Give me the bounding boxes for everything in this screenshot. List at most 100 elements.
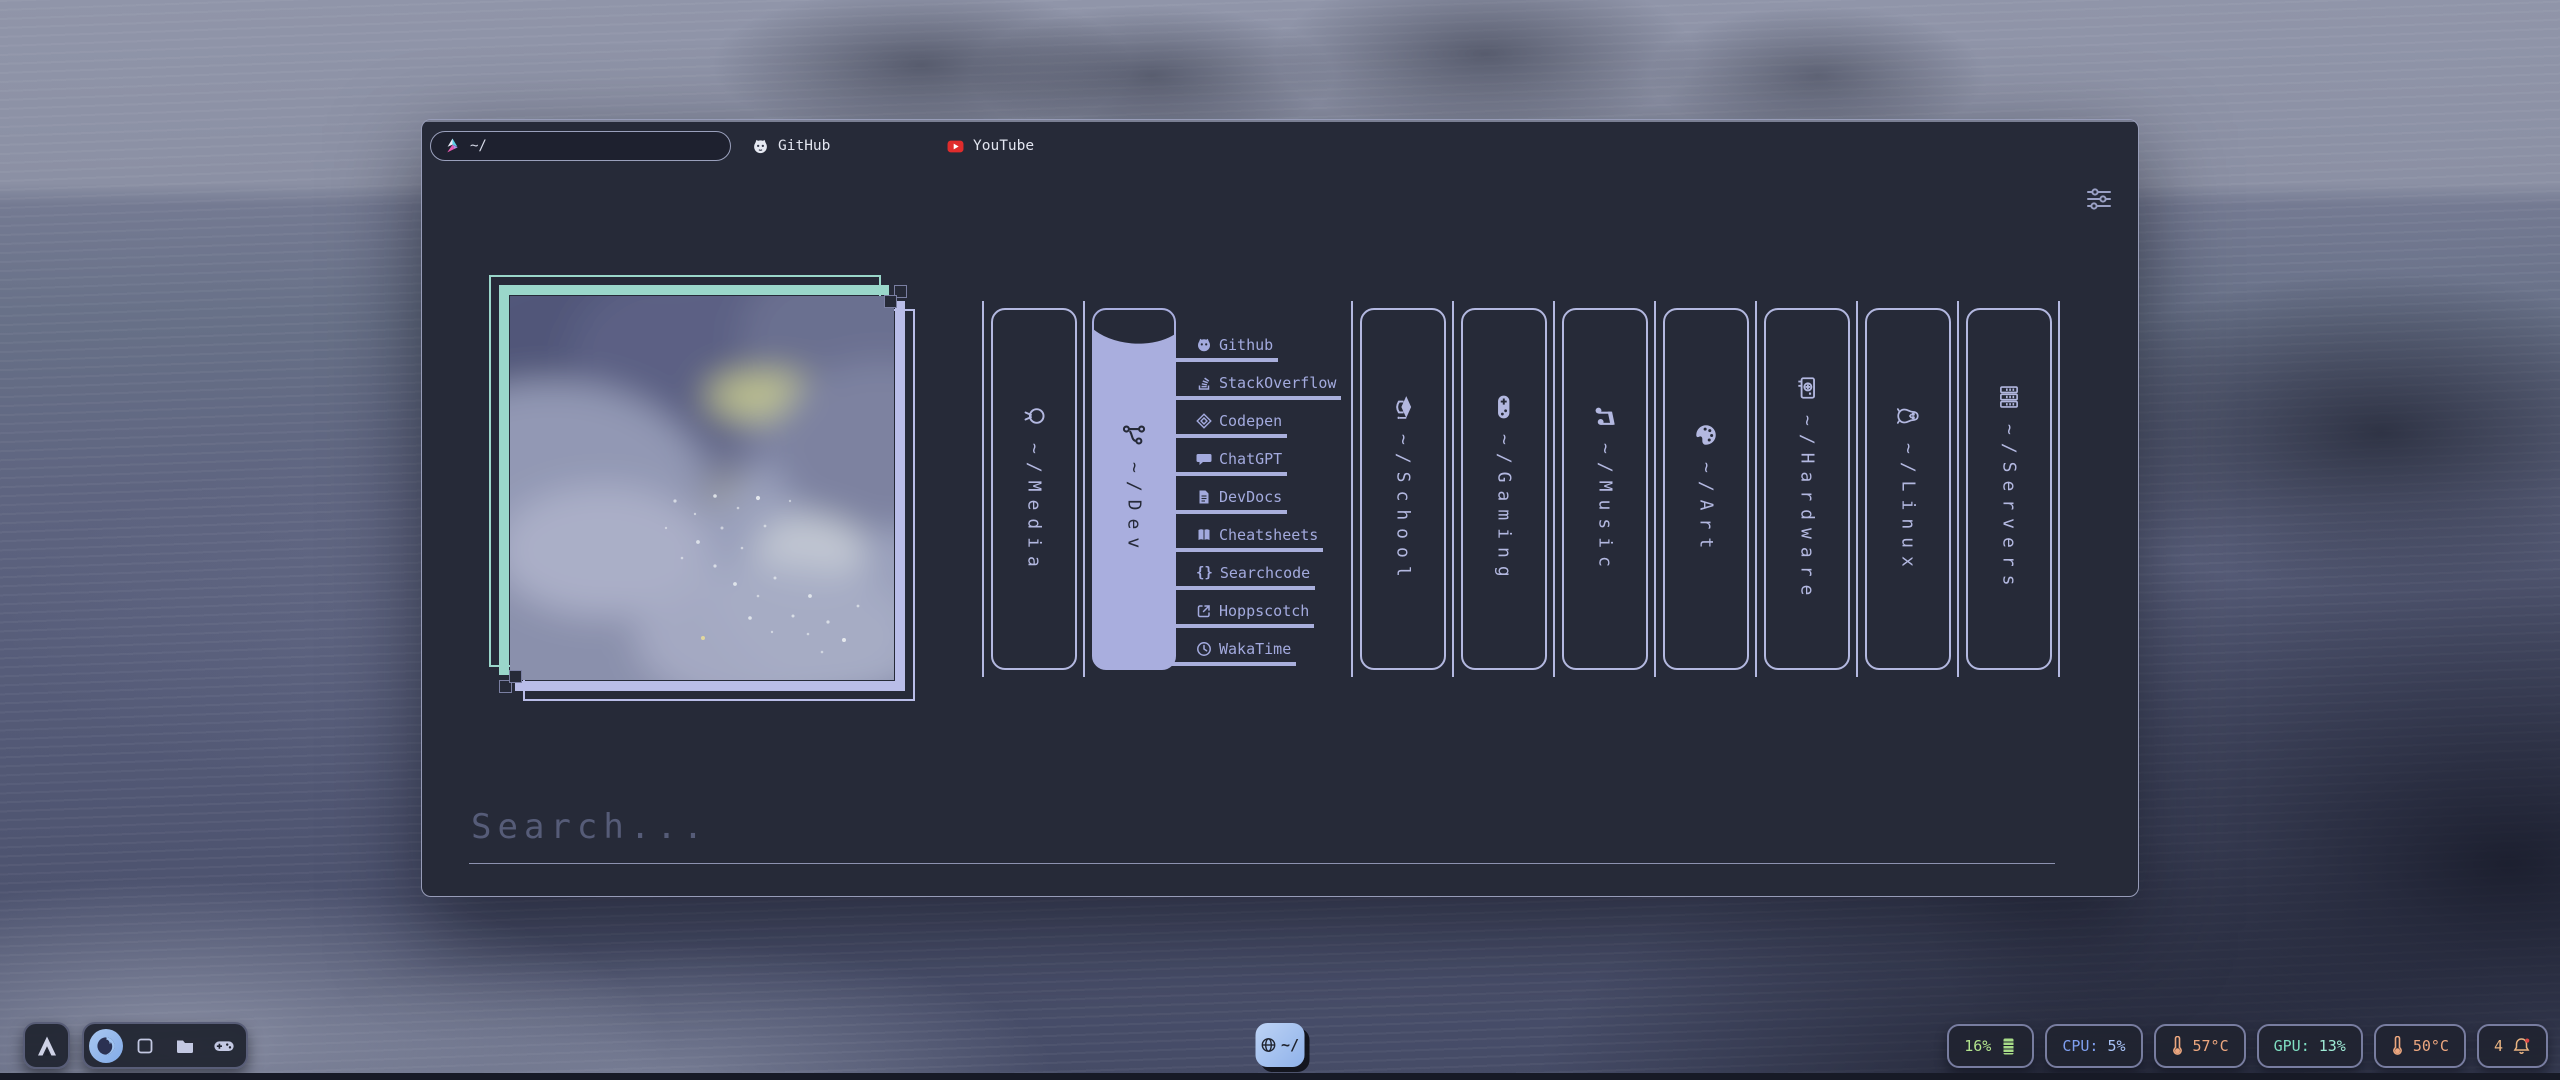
book-school[interactable]: ~/School: [1360, 308, 1446, 670]
status-widgets: 16% CPU: 5% 57°C GPU: 13% 50°C 4: [1947, 1024, 2548, 1068]
braces-icon: {}: [1196, 565, 1213, 581]
bell-icon: [2512, 1037, 2531, 1056]
stack-icon: [1196, 375, 1212, 391]
book-hardware[interactable]: ~/Hardware: [1764, 308, 1850, 670]
book-art[interactable]: ~/Art: [1663, 308, 1749, 670]
shelf-divider: [1553, 301, 1555, 677]
thermometer-icon: [2391, 1036, 2404, 1056]
screen-bottom-strip: [0, 1073, 2560, 1080]
book-dev-open[interactable]: ~/Dev: [1092, 308, 1176, 670]
dev-link-wakatime[interactable]: WakaTime: [1182, 638, 1296, 666]
dev-link-hoppscotch[interactable]: Hoppscotch: [1182, 600, 1314, 628]
app-files[interactable]: [168, 1029, 202, 1063]
gpu-widget[interactable]: GPU: 13%: [2257, 1024, 2363, 1068]
dev-link-codepen[interactable]: Codepen: [1182, 410, 1287, 438]
shelf-divider: [1755, 301, 1757, 677]
browser-logo-icon: [444, 138, 461, 155]
window-icon: [136, 1037, 154, 1055]
hero-artwork-frame: [510, 296, 894, 680]
book-linux[interactable]: ~/Linux: [1865, 308, 1951, 670]
shelf-divider: [1856, 301, 1858, 677]
frame-corner-handle: [884, 295, 897, 308]
memory-widget[interactable]: 16%: [1947, 1024, 2034, 1068]
shelf-divider: [1654, 301, 1656, 677]
link-underline: [1170, 548, 1323, 552]
dev-link-stackoverflow[interactable]: StackOverflow: [1182, 372, 1341, 400]
cpu-temp-widget[interactable]: 57°C: [2154, 1024, 2246, 1068]
book-gaming[interactable]: ~/Gaming: [1461, 308, 1547, 670]
url-bar[interactable]: ~/: [430, 131, 731, 161]
shelf-divider: [1083, 301, 1085, 677]
thermometer-icon: [2171, 1036, 2184, 1056]
send-box-icon: [1196, 603, 1212, 619]
book-label: ~/Media: [1024, 443, 1045, 575]
book-label: ~/Gaming: [1494, 434, 1515, 585]
server-rack-icon: [1996, 384, 2022, 410]
browser-window: ~/ GitHub YouTube: [421, 119, 2139, 897]
dev-links-list: Github StackOverflow: [1182, 308, 1351, 670]
shelf-divider: [1351, 301, 1353, 677]
gpu-card-icon: [1794, 375, 1820, 401]
tab-github[interactable]: GitHub: [752, 120, 830, 172]
app-firefox[interactable]: [89, 1029, 123, 1063]
dev-link-chatgpt[interactable]: ChatGPT: [1182, 448, 1287, 476]
palette-icon: [1693, 422, 1719, 448]
youtube-icon: [947, 138, 964, 155]
link-underline: [1170, 434, 1287, 438]
link-underline: [1170, 624, 1314, 628]
cpu-widget[interactable]: CPU: 5%: [2045, 1024, 2142, 1068]
link-underline: [1170, 662, 1296, 666]
github-icon: [1196, 337, 1212, 353]
shelf-divider: [2058, 301, 2060, 677]
app-terminal[interactable]: [128, 1029, 162, 1063]
app-games[interactable]: [207, 1029, 241, 1063]
bookshelf: ~/Media ~/Dev: [982, 308, 2060, 670]
book-label: ~/Hardware: [1797, 415, 1818, 603]
apps-panel: [82, 1022, 248, 1069]
book-label: ~/Linux: [1898, 443, 1919, 575]
book-servers[interactable]: ~/Servers: [1966, 308, 2052, 670]
dev-link-github[interactable]: Github: [1182, 334, 1278, 362]
dev-link-cheatsheets[interactable]: Cheatsheets: [1182, 524, 1323, 552]
book-label: ~/Dev: [1124, 462, 1145, 556]
folder-icon: [175, 1036, 195, 1056]
book-media[interactable]: ~/Media: [991, 308, 1077, 670]
link-underline: [1170, 396, 1341, 400]
link-underline: [1170, 586, 1315, 590]
music-note-icon: [1592, 403, 1618, 429]
notifications-widget[interactable]: 4: [2477, 1024, 2548, 1068]
gpu-temp-widget[interactable]: 50°C: [2374, 1024, 2466, 1068]
book-label: ~/Servers: [1999, 424, 2020, 594]
sliders-icon: [2086, 188, 2112, 210]
workspace-label: ~/: [1281, 1036, 1299, 1054]
dev-link-searchcode[interactable]: {} Searchcode: [1182, 562, 1315, 590]
tab-youtube[interactable]: YouTube: [947, 120, 1034, 172]
cloud-painting: [510, 296, 894, 680]
frame-corner-handle: [509, 670, 522, 683]
launcher-button[interactable]: [23, 1022, 70, 1069]
book-music[interactable]: ~/Music: [1562, 308, 1648, 670]
shelf-divider: [1957, 301, 1959, 677]
search-input[interactable]: [469, 802, 2055, 864]
book-label: ~/Art: [1696, 462, 1717, 556]
clock-icon: [1196, 641, 1212, 657]
chat-bubble-icon: [1196, 451, 1212, 467]
tab-label: YouTube: [973, 138, 1034, 154]
dev-link-devdocs[interactable]: DevDocs: [1182, 486, 1287, 514]
link-underline: [1170, 472, 1287, 476]
link-underline: [1170, 358, 1278, 362]
book-label: ~/School: [1393, 434, 1414, 585]
tux-icon: [1895, 403, 1921, 429]
graduation-cap-icon: [1390, 394, 1416, 420]
shelf-divider: [1452, 301, 1454, 677]
tab-label: GitHub: [778, 138, 830, 154]
codepen-icon: [1196, 413, 1212, 429]
ram-chip-icon: [2000, 1037, 2017, 1056]
filter-menu-button[interactable]: [2084, 186, 2114, 212]
book-icon: [1196, 527, 1212, 543]
shelf-divider: [982, 301, 984, 677]
media-icon: [1021, 403, 1047, 429]
gamepad-icon: [1491, 394, 1517, 420]
workspace-button[interactable]: ~/: [1256, 1023, 1305, 1067]
globe-icon: [1261, 1037, 1277, 1053]
